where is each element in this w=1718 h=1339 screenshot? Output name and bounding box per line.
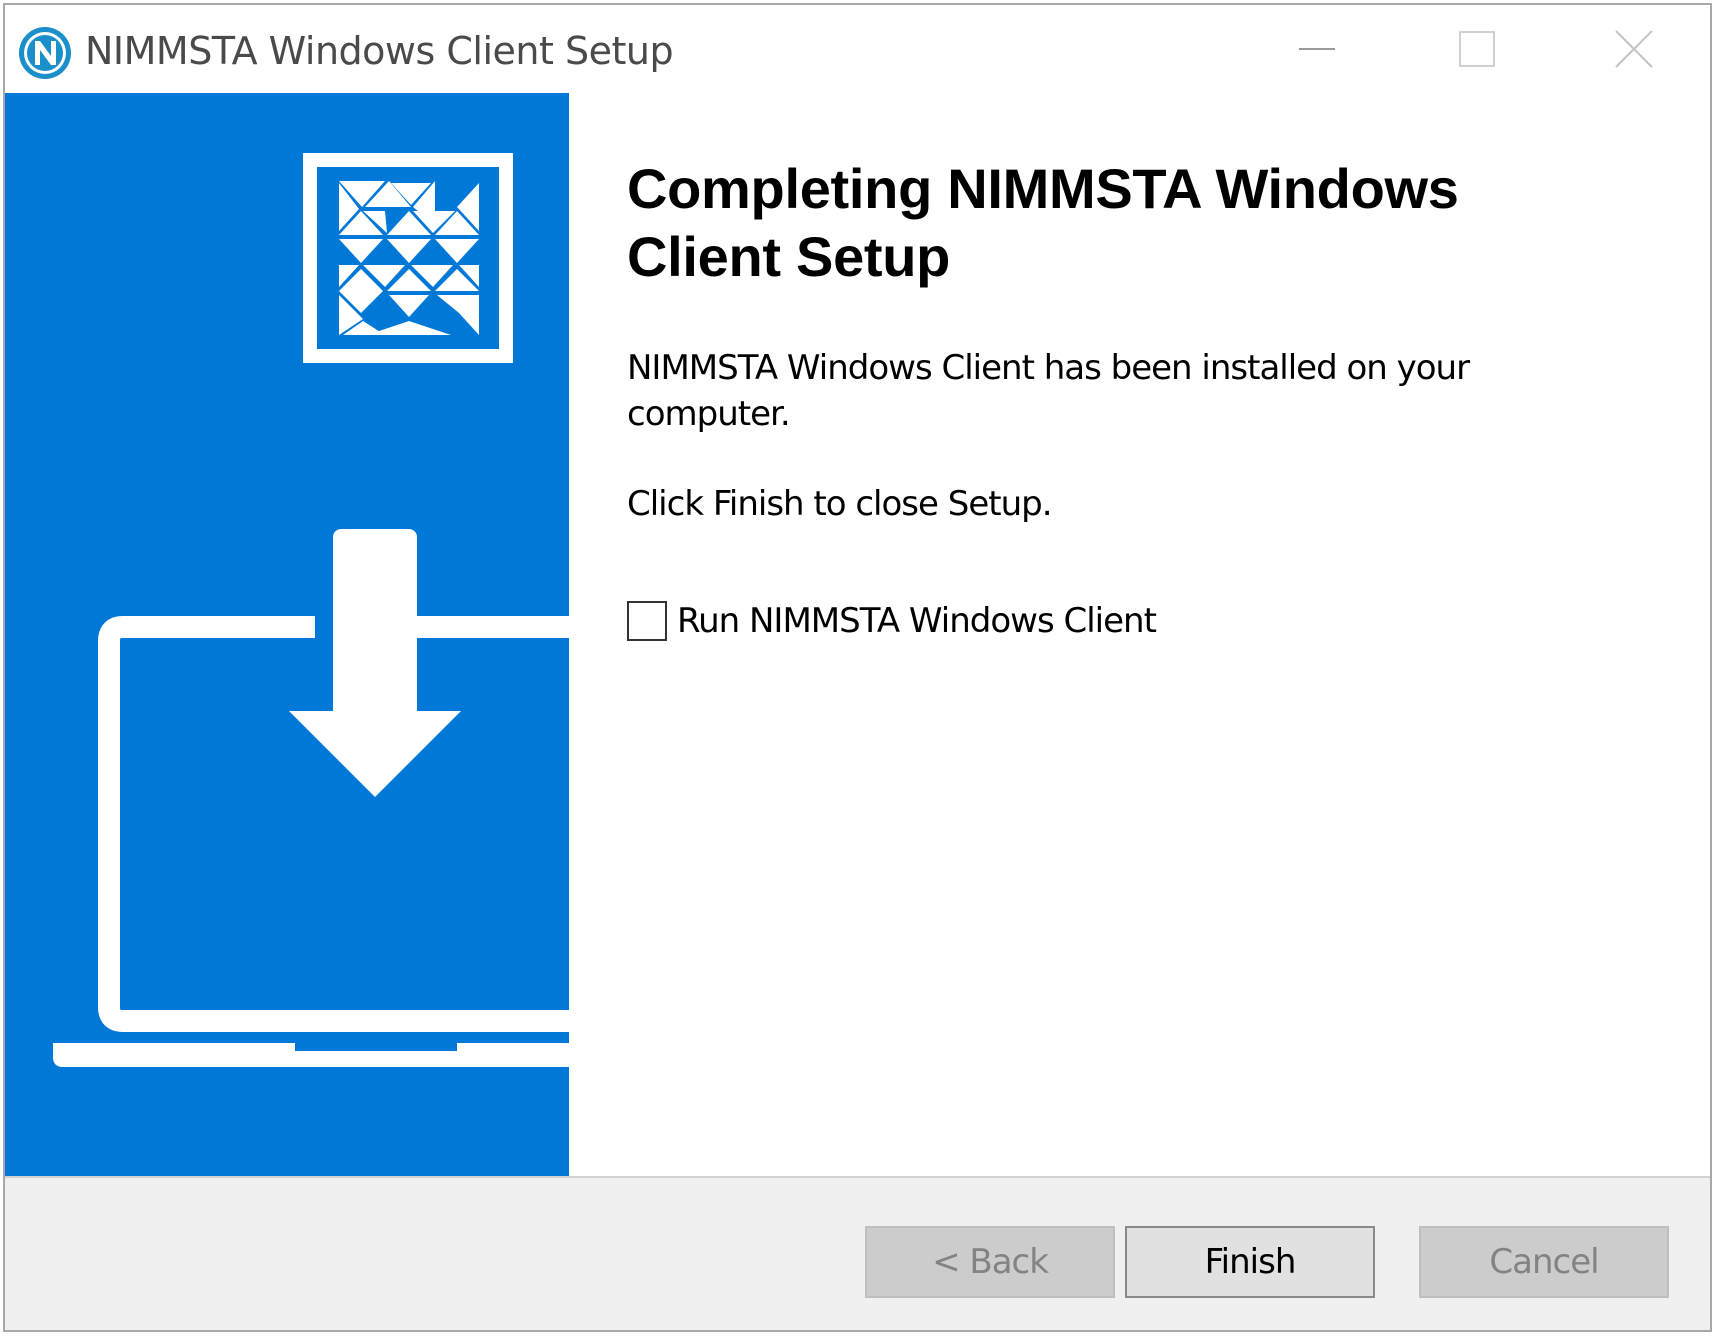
wizard-side-panel [5,93,569,1176]
nimmsta-n-logo-icon [19,27,71,79]
page-title: Completing NIMMSTA Windows Client Setup [627,157,1459,288]
wizard-content: Completing NIMMSTA Windows Client Setup … [569,93,1710,1176]
close-button[interactable] [1557,5,1710,93]
run-client-checkbox[interactable] [627,601,667,641]
maximize-button[interactable] [1397,5,1557,93]
cancel-button[interactable]: Cancel [1419,1226,1669,1298]
title-bar[interactable]: NIMMSTA Windows Client Setup [5,5,1710,93]
back-button[interactable]: < Back [865,1226,1115,1298]
finish-button[interactable]: Finish [1125,1226,1375,1298]
run-client-label[interactable]: Run NIMMSTA Windows Client [677,601,1157,641]
minimize-icon [1299,48,1335,50]
install-complete-text: NIMMSTA Windows Client has been installe… [627,348,1470,434]
window-title: NIMMSTA Windows Client Setup [85,29,674,73]
finish-hint-text: Click Finish to close Setup. [627,484,1053,524]
wizard-footer: < Back Finish Cancel [5,1176,1710,1330]
laptop-download-icon [53,529,569,1067]
minimize-button[interactable] [1237,5,1397,93]
close-icon [1614,30,1653,68]
maximize-icon [1459,31,1495,67]
setup-window: NIMMSTA Windows Client Setup Completing … [3,3,1712,1332]
run-client-option[interactable]: Run NIMMSTA Windows Client [627,601,1157,641]
